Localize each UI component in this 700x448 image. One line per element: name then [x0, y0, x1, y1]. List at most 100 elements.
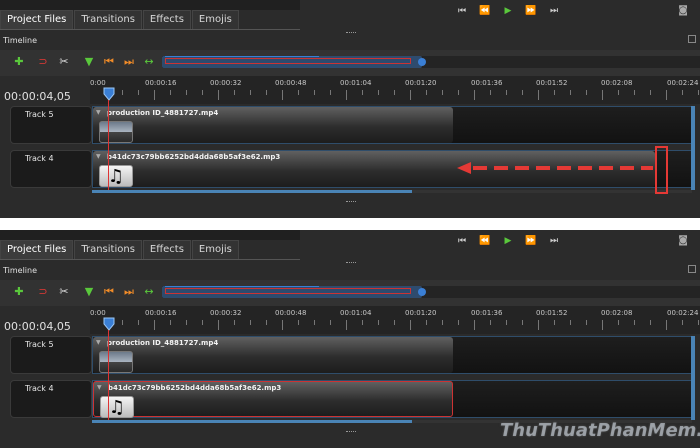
- tab-transitions[interactable]: Transitions: [74, 240, 142, 260]
- razor-icon[interactable]: ✂: [57, 285, 71, 299]
- time-ruler[interactable]: 0:00 00:00:16 00:00:32 00:00:48 00:01:04 00:0…: [90, 306, 700, 334]
- razor-icon[interactable]: ✂: [57, 55, 71, 69]
- ruler-tick: [410, 90, 411, 100]
- ruler-tick: [586, 90, 587, 95]
- ruler-tick: [218, 90, 219, 100]
- next-marker-icon[interactable]: ⏭: [122, 55, 136, 69]
- resize-grip[interactable]: [346, 431, 356, 433]
- timeline-overview[interactable]: [162, 286, 700, 298]
- ruler-tick: [314, 320, 315, 325]
- previous-marker-icon[interactable]: ⏮: [102, 55, 116, 69]
- clip-title: b41dc73c79bb6252bd4dda68b5af3e62.mp3: [108, 384, 282, 392]
- camera-icon[interactable]: ◙: [678, 5, 688, 16]
- center-playhead-icon[interactable]: ↔: [142, 285, 156, 299]
- dock-float-icon[interactable]: [688, 265, 696, 273]
- add-marker-icon[interactable]: ▼: [82, 55, 96, 69]
- video-clip[interactable]: ▼ production ID_4881727.mp4: [93, 337, 453, 373]
- ruler-tick: [554, 90, 555, 95]
- ruler-tick-label: 00:00:32: [210, 79, 242, 87]
- scrollbar-thumb[interactable]: [92, 420, 412, 423]
- ruler-tick: [202, 320, 203, 325]
- tab-project-files[interactable]: Project Files: [0, 240, 74, 260]
- clip-menu-icon[interactable]: ▼: [96, 339, 101, 346]
- track-header[interactable]: Track 5: [10, 106, 92, 144]
- ruler-tick: [138, 320, 139, 325]
- audio-clip[interactable]: ▼ b41dc73c79bb6252bd4dda68b5af3e62.mp3 ♫: [93, 381, 453, 418]
- video-clip[interactable]: ▼ production ID_4881727.mp4: [93, 107, 453, 143]
- fast-forward-icon[interactable]: ⏩: [524, 236, 538, 246]
- play-icon[interactable]: ▶: [501, 236, 515, 246]
- ruler-tick: [698, 90, 699, 95]
- rewind-icon[interactable]: ⏪: [478, 6, 492, 16]
- tab-project-files[interactable]: Project Files: [0, 10, 74, 30]
- track-lane[interactable]: ▼ production ID_4881727.mp4: [92, 106, 692, 144]
- overview-zoom-handle[interactable]: [418, 58, 426, 66]
- ruler-tick: [538, 90, 539, 100]
- ruler-tick: [442, 320, 443, 325]
- dock-float-icon[interactable]: [688, 35, 696, 43]
- tab-emojis[interactable]: Emojis: [191, 10, 239, 30]
- timeline-label: Timeline: [3, 36, 38, 45]
- openshot-window-after: Project Files Transitions Effects Emojis ⏮ ⏪ ▶…: [0, 230, 700, 448]
- ruler-tick: [634, 320, 635, 325]
- tab-effects[interactable]: Effects: [142, 240, 191, 260]
- skip-forward-icon[interactable]: ⏭: [547, 6, 561, 16]
- next-marker-icon[interactable]: ⏭: [122, 285, 136, 299]
- tab-effects[interactable]: Effects: [142, 10, 191, 30]
- tab-emojis[interactable]: Emojis: [191, 240, 239, 260]
- previous-marker-icon[interactable]: ⏮: [102, 285, 116, 299]
- clip-menu-icon[interactable]: ▼: [97, 384, 102, 391]
- track-name: Track 5: [25, 110, 54, 119]
- ruler-tick-label: 00:01:36: [471, 79, 503, 87]
- timeline-horizontal-scrollbar[interactable]: [92, 190, 692, 193]
- track-lane[interactable]: ▼ b41dc73c79bb6252bd4dda68b5af3e62.mp3 ♫: [92, 380, 692, 418]
- timeline-vertical-scrollbar[interactable]: [691, 106, 695, 190]
- resize-grip[interactable]: [346, 262, 356, 264]
- overview-zoom-handle[interactable]: [418, 288, 426, 296]
- clip-title: production ID_4881727.mp4: [107, 109, 219, 117]
- play-icon[interactable]: ▶: [501, 6, 515, 16]
- add-track-icon[interactable]: ✚: [12, 285, 26, 299]
- tab-transitions[interactable]: Transitions: [74, 10, 142, 30]
- track-lane[interactable]: ▼ production ID_4881727.mp4: [92, 336, 692, 374]
- skip-back-icon[interactable]: ⏮: [455, 236, 469, 246]
- ruler-tick-label: 00:00:48: [275, 79, 307, 87]
- track-header[interactable]: Track 5: [10, 336, 92, 374]
- ruler-tick: [682, 320, 683, 325]
- scrollbar-thumb[interactable]: [92, 190, 412, 193]
- track-name: Track 4: [25, 154, 54, 163]
- track-header[interactable]: Track 4: [10, 150, 92, 188]
- time-ruler[interactable]: 0:00 00:00:16 00:00:32 00:00:48 00:01:04 00:0…: [90, 76, 700, 104]
- playhead-handle[interactable]: [103, 86, 115, 101]
- track-header[interactable]: Track 4: [10, 380, 92, 418]
- camera-icon[interactable]: ◙: [678, 235, 688, 246]
- ruler-tick: [650, 90, 651, 95]
- ruler-tick: [186, 320, 187, 325]
- ruler-tick: [554, 320, 555, 325]
- resize-grip[interactable]: [346, 32, 356, 34]
- skip-forward-icon[interactable]: ⏭: [547, 236, 561, 246]
- skip-back-icon[interactable]: ⏮: [455, 6, 469, 16]
- ruler-tick: [234, 320, 235, 325]
- ruler-tick: [154, 90, 155, 100]
- clip-menu-icon[interactable]: ▼: [96, 109, 101, 116]
- ruler-tick: [378, 320, 379, 325]
- fast-forward-icon[interactable]: ⏩: [524, 6, 538, 16]
- playhead-handle[interactable]: [103, 316, 115, 331]
- ruler-tick: [122, 320, 123, 325]
- dock-tabs: Project Files Transitions Effects Emojis: [0, 240, 240, 260]
- timeline-overview[interactable]: [162, 56, 700, 68]
- current-time-display: 00:00:04,05: [4, 90, 71, 103]
- timeline-vertical-scrollbar[interactable]: [691, 336, 695, 420]
- ruler-tick: [426, 90, 427, 95]
- rewind-icon[interactable]: ⏪: [478, 236, 492, 246]
- add-track-icon[interactable]: ✚: [12, 55, 26, 69]
- center-playhead-icon[interactable]: ↔: [142, 55, 156, 69]
- clip-menu-icon[interactable]: ▼: [96, 153, 101, 160]
- snap-icon[interactable]: ⊃: [36, 55, 50, 69]
- ruler-tick: [618, 90, 619, 95]
- snap-icon[interactable]: ⊃: [36, 285, 50, 299]
- resize-grip[interactable]: [346, 201, 356, 203]
- add-marker-icon[interactable]: ▼: [82, 285, 96, 299]
- transport-controls: ⏮ ⏪ ▶ ⏩ ⏭: [455, 6, 561, 16]
